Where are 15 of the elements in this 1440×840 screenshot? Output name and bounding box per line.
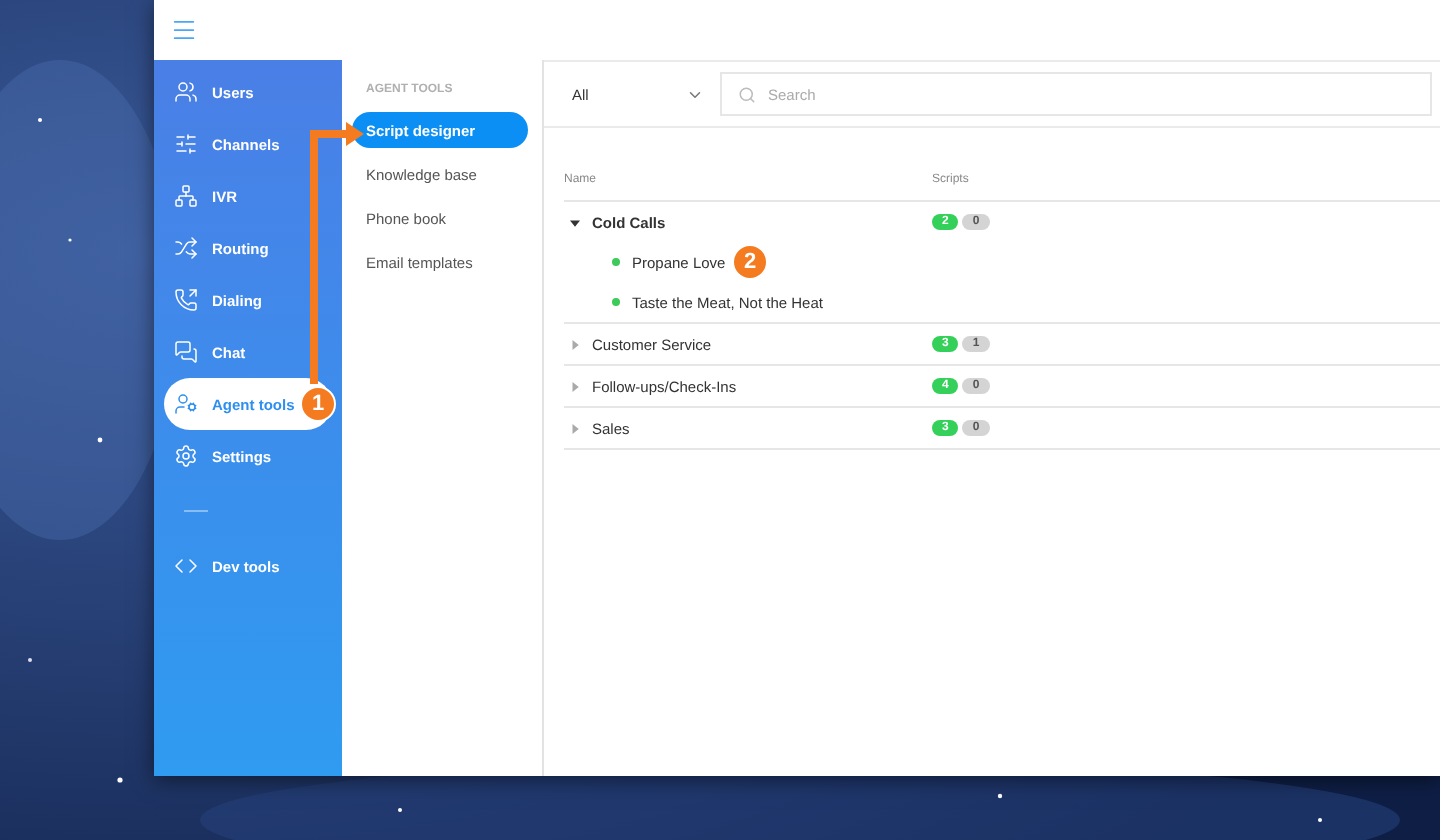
menu-icon[interactable]: [170, 16, 198, 44]
nav-icon: [174, 80, 198, 104]
step-callout: 2: [732, 244, 768, 280]
nav-icon: [174, 340, 198, 364]
nav-icon: [174, 184, 198, 208]
nav-icon: [174, 392, 198, 416]
step-callout: 1: [300, 386, 336, 422]
nav-icon: [174, 444, 198, 468]
nav-icon: [174, 554, 198, 578]
nav-icon: [174, 132, 198, 156]
status-dot: [612, 298, 620, 306]
nav-icon: [174, 288, 198, 312]
search-icon: [738, 85, 756, 103]
nav-icon: [174, 236, 198, 260]
status-dot: [612, 258, 620, 266]
